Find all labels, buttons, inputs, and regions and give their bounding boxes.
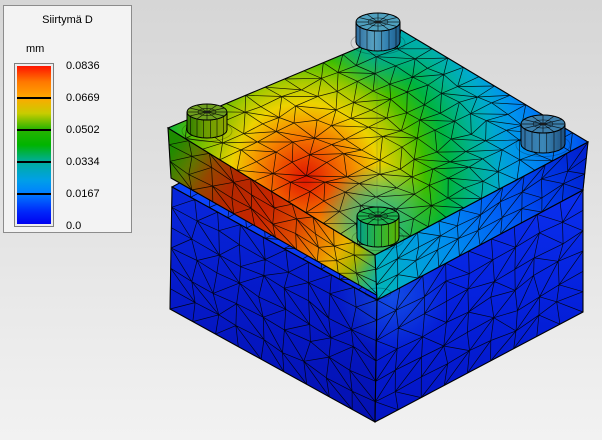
colorbar-gradient xyxy=(17,66,51,224)
legend-value-max: 0.0836 xyxy=(66,60,100,72)
boss-front-center-node xyxy=(376,215,381,218)
simulation-viewport[interactable]: Siirtymä D mm 0.0836 0.0669 0.0502 0.033… xyxy=(0,0,602,440)
legend-value: 0.0334 xyxy=(66,156,100,168)
legend-panel: Siirtymä D mm 0.0836 0.0669 0.0502 0.033… xyxy=(3,5,132,233)
legend-unit-label: mm xyxy=(26,43,44,55)
legend-value: 0.0502 xyxy=(66,124,100,136)
legend-title: Siirtymä D xyxy=(4,14,131,26)
boss-left-center-node xyxy=(205,111,210,114)
colorbar-tick xyxy=(17,193,51,195)
boss-back-center-node xyxy=(376,21,381,24)
colorbar-tick xyxy=(17,129,51,131)
legend-value-min: 0.0 xyxy=(66,220,81,232)
colorbar-tick xyxy=(17,97,51,99)
legend-value: 0.0167 xyxy=(66,188,100,200)
legend-colorbar xyxy=(14,63,54,227)
legend-value: 0.0669 xyxy=(66,92,100,104)
boss-right-center-node xyxy=(541,123,546,126)
colorbar-tick xyxy=(17,161,51,163)
